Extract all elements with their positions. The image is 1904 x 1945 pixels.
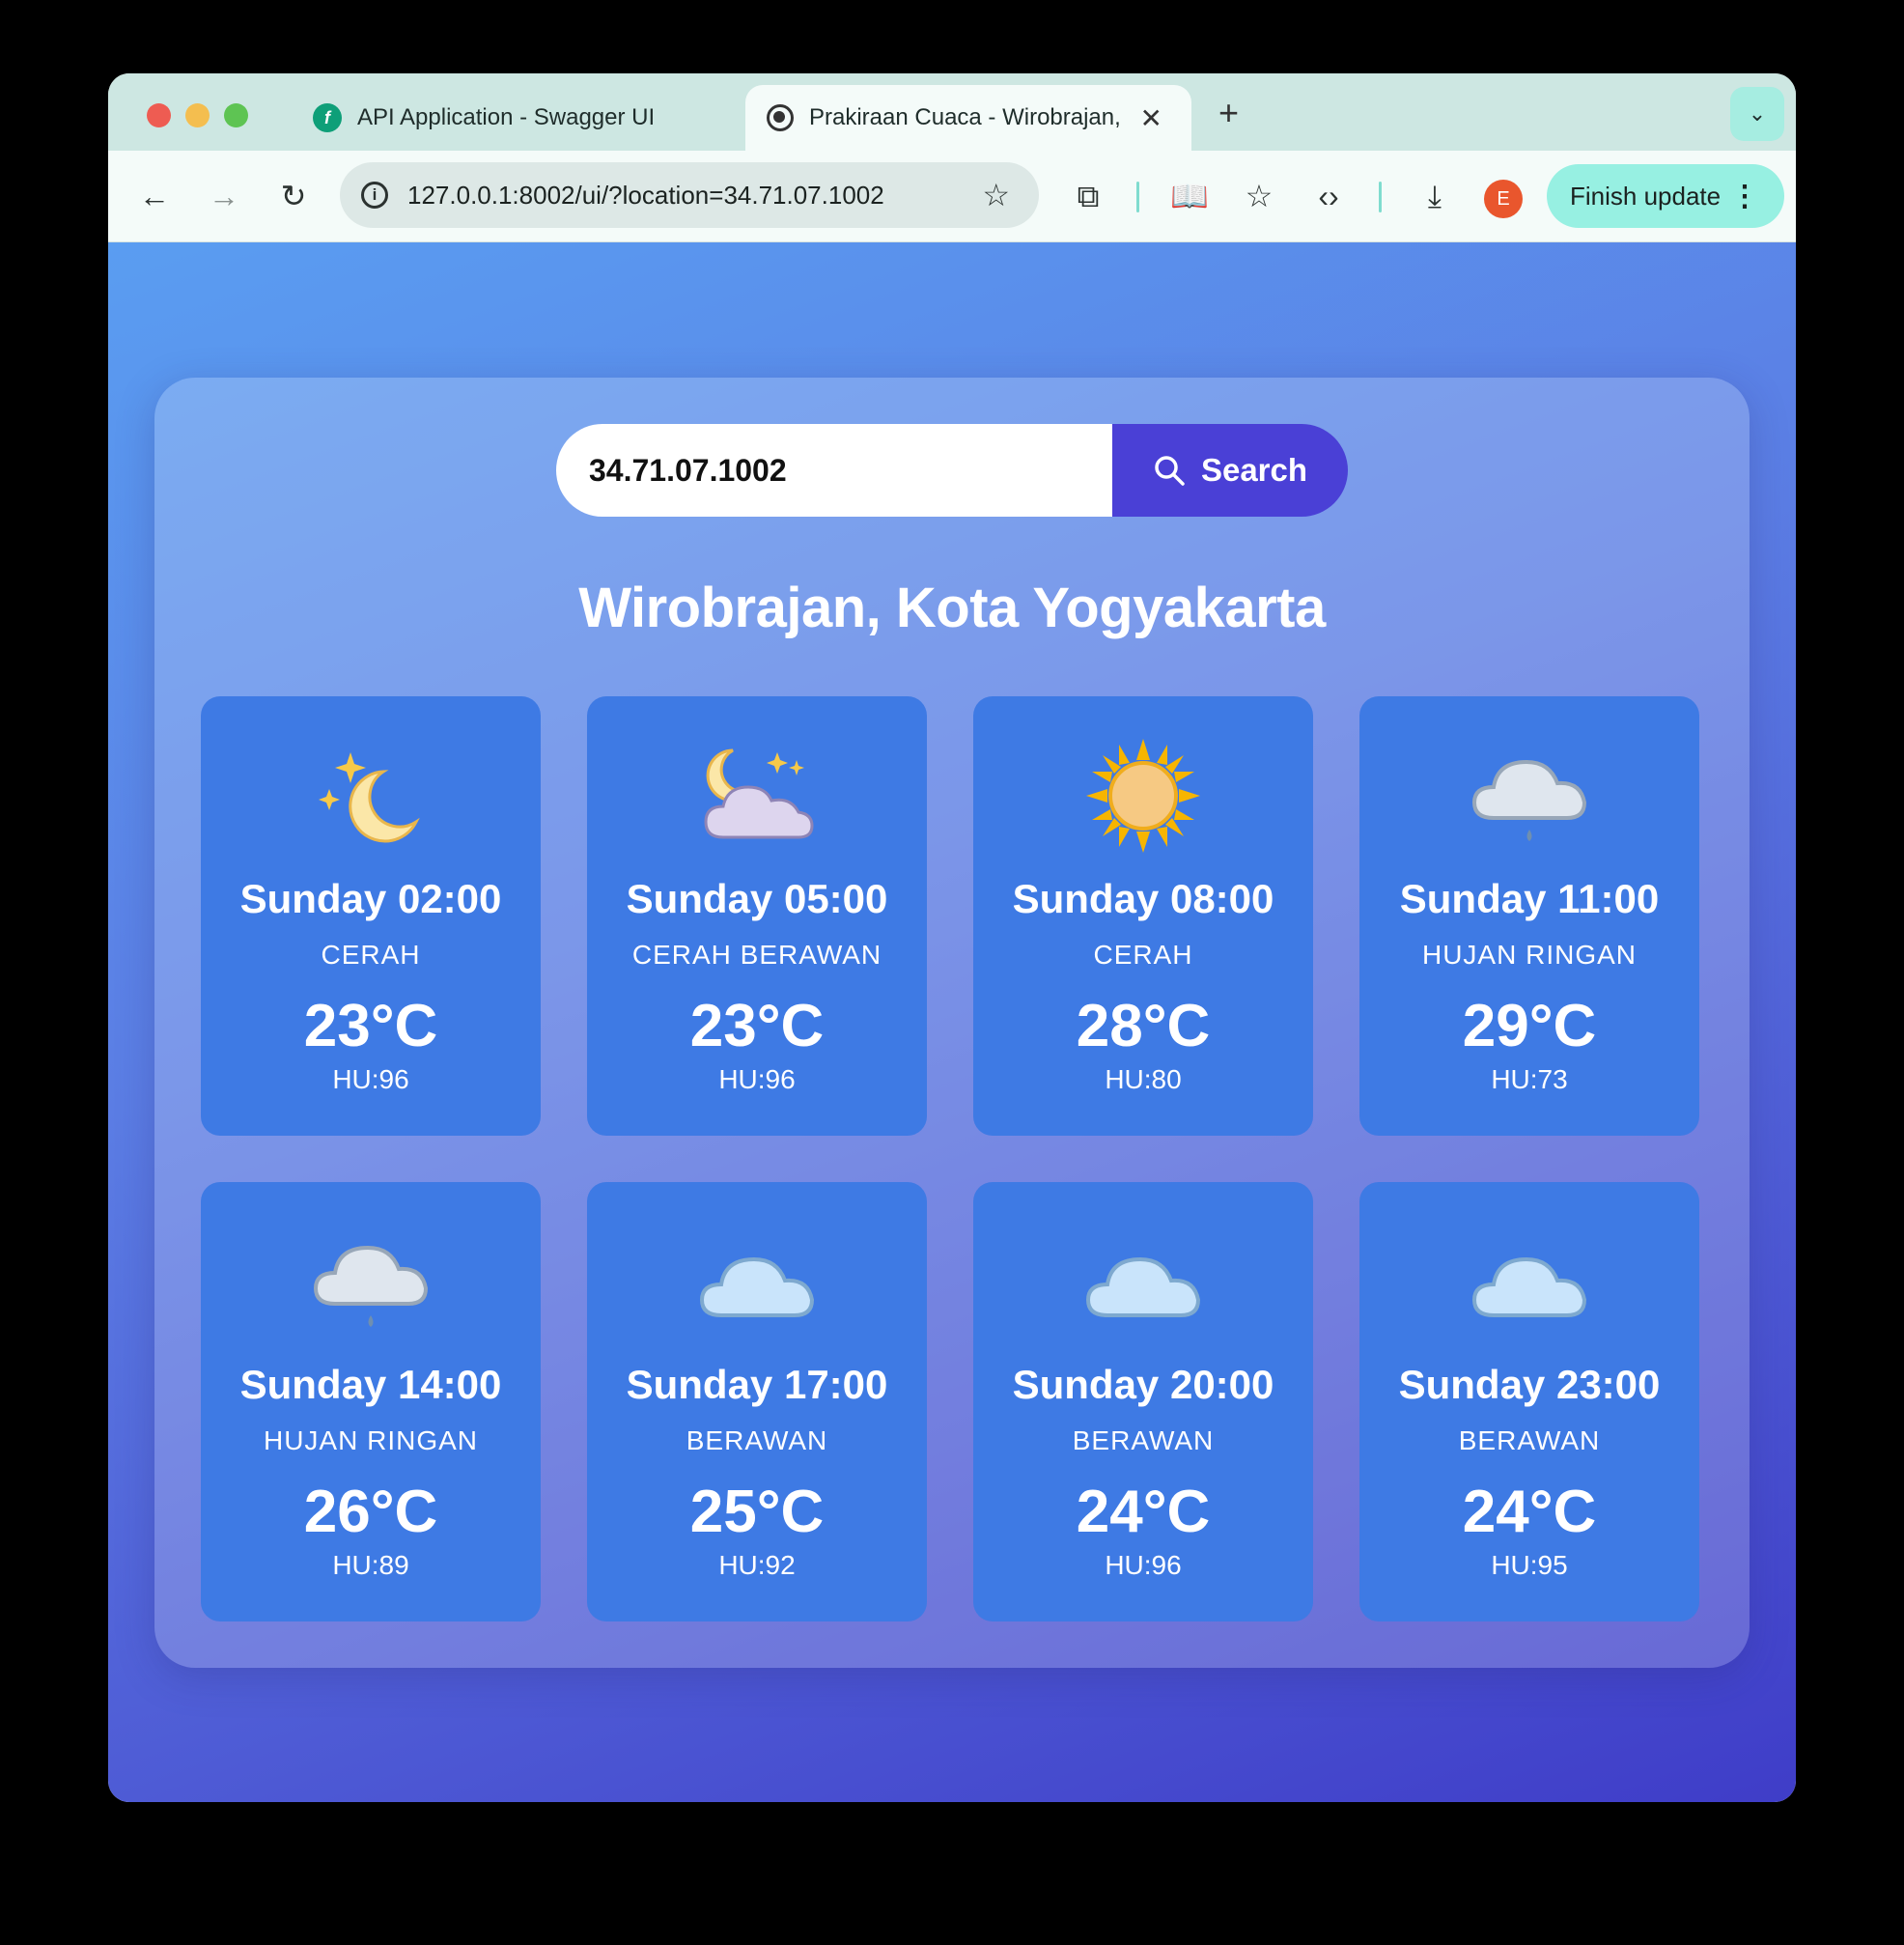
cloud-icon — [1467, 1219, 1592, 1344]
address-bar[interactable]: i 127.0.0.1:8002/ui/?location=34.71.07.1… — [340, 162, 1039, 228]
forecast-card: Sunday 02:00 CERAH 23°C HU:96 — [201, 696, 541, 1136]
tab-search-button[interactable]: ⌄ — [1730, 87, 1784, 141]
forecast-condition: BERAWAN — [686, 1425, 828, 1455]
swagger-icon: f — [313, 103, 342, 132]
bookmark-star-icon[interactable]: ☆ — [982, 177, 1010, 213]
forecast-condition: BERAWAN — [1458, 1425, 1601, 1455]
rain-cloud-icon — [1467, 733, 1592, 859]
toolbar-divider — [1379, 182, 1382, 212]
tab-title: API Application - Swagger UI — [357, 104, 656, 130]
info-icon[interactable]: i — [361, 182, 388, 209]
sun-icon — [1080, 733, 1206, 859]
forecast-temperature: 25°C — [689, 1479, 825, 1545]
forecast-humidity: HU:89 — [332, 1550, 409, 1580]
forecast-time: Sunday 02:00 — [239, 876, 502, 921]
search-button-label: Search — [1200, 452, 1308, 488]
download-icon[interactable]: ⤓ — [1415, 174, 1454, 218]
forecast-temperature: 23°C — [689, 993, 825, 1059]
page-content: Search Wirobrajan, Kota Yogyakarta Sunda… — [108, 242, 1796, 1802]
forecast-temperature: 28°C — [1076, 993, 1211, 1059]
weather-panel: Search Wirobrajan, Kota Yogyakarta Sunda… — [154, 378, 1750, 1668]
forecast-time: Sunday 20:00 — [1012, 1362, 1274, 1407]
forecast-condition: CERAH BERAWAN — [631, 940, 882, 970]
forecast-card: Sunday 20:00 BERAWAN 24°C HU:96 — [973, 1182, 1313, 1621]
forecast-humidity: HU:95 — [1491, 1550, 1568, 1580]
forecast-time: Sunday 23:00 — [1398, 1362, 1661, 1407]
crescent-moon-stars-icon — [308, 733, 434, 859]
forecast-card: Sunday 14:00 HUJAN RINGAN 26°C HU:89 — [201, 1182, 541, 1621]
more-menu-icon[interactable]: ⋮ — [1730, 180, 1759, 213]
location-title: Wirobrajan, Kota Yogyakarta — [578, 577, 1326, 639]
forecast-card: Sunday 17:00 BERAWAN 25°C HU:92 — [587, 1182, 927, 1621]
forecast-condition: CERAH — [1093, 940, 1193, 970]
cloud-icon — [1080, 1219, 1206, 1344]
forecast-humidity: HU:73 — [1491, 1064, 1568, 1094]
forecast-temperature: 24°C — [1076, 1479, 1211, 1545]
extensions-icon[interactable]: ⧉ — [1069, 174, 1107, 218]
forecast-time: Sunday 17:00 — [626, 1362, 888, 1407]
close-icon[interactable]: ✕ — [1140, 102, 1162, 134]
forecast-card: Sunday 05:00 CERAH BERAWAN 23°C HU:96 — [587, 696, 927, 1136]
cloud-icon — [694, 1219, 820, 1344]
browser-toolbar: ← → ↻ i 127.0.0.1:8002/ui/?location=34.7… — [108, 151, 1796, 242]
forecast-card: Sunday 23:00 BERAWAN 24°C HU:95 — [1359, 1182, 1699, 1621]
forecast-card: Sunday 08:00 CERAH 28°C HU:80 — [973, 696, 1313, 1136]
forecast-time: Sunday 05:00 — [626, 876, 888, 921]
moon-cloud-icon — [694, 733, 820, 859]
maximize-window-button[interactable] — [224, 103, 248, 127]
forecast-condition: CERAH — [321, 940, 421, 970]
tab-weather[interactable]: Prakiraan Cuaca - Wirobrajan, Kota Yogya… — [745, 85, 1191, 151]
search-bar: Search — [556, 424, 1348, 517]
forecast-temperature: 23°C — [303, 993, 438, 1059]
forecast-humidity: HU:96 — [332, 1064, 409, 1094]
forecast-temperature: 29°C — [1462, 993, 1597, 1059]
forecast-humidity: HU:92 — [718, 1550, 796, 1580]
favorites-icon[interactable]: ☆ — [1240, 174, 1278, 218]
devtools-icon[interactable]: ‹› — [1309, 174, 1348, 218]
url-text[interactable]: 127.0.0.1:8002/ui/?location=34.71.07.100… — [407, 181, 948, 211]
location-search-input[interactable] — [556, 424, 1114, 517]
rain-cloud-icon — [308, 1219, 434, 1344]
search-button[interactable]: Search — [1112, 424, 1348, 517]
tab-strip: f API Application - Swagger UI ✕ Prakira… — [108, 73, 1796, 151]
forecast-time: Sunday 14:00 — [239, 1362, 502, 1407]
profile-avatar[interactable]: E — [1484, 180, 1523, 218]
new-tab-button[interactable]: + — [1218, 93, 1239, 133]
forecast-condition: BERAWAN — [1072, 1425, 1215, 1455]
chevron-down-icon: ⌄ — [1748, 101, 1767, 126]
forecast-condition: HUJAN RINGAN — [263, 1425, 478, 1455]
globe-icon — [767, 104, 794, 131]
forecast-humidity: HU:80 — [1105, 1064, 1182, 1094]
toolbar-divider — [1136, 182, 1139, 212]
tab-title: Prakiraan Cuaca - Wirobrajan, Kota Yogya… — [809, 104, 1128, 130]
back-icon[interactable]: ← — [135, 174, 174, 218]
forecast-card: Sunday 11:00 HUJAN RINGAN 29°C HU:73 — [1359, 696, 1699, 1136]
forecast-humidity: HU:96 — [1105, 1550, 1182, 1580]
reload-icon[interactable]: ↻ — [274, 174, 313, 218]
forecast-time: Sunday 08:00 — [1012, 876, 1274, 921]
search-icon — [1155, 456, 1185, 486]
forecast-humidity: HU:96 — [718, 1064, 796, 1094]
forecast-temperature: 24°C — [1462, 1479, 1597, 1545]
reading-list-icon[interactable]: 📖 — [1170, 174, 1209, 218]
forward-icon[interactable]: → — [205, 174, 243, 218]
finish-update-label: Finish update — [1570, 181, 1722, 211]
browser-window: f API Application - Swagger UI ✕ Prakira… — [108, 73, 1796, 1802]
forecast-temperature: 26°C — [303, 1479, 438, 1545]
forecast-grid: Sunday 02:00 CERAH 23°C HU:96 Sunday 05:… — [201, 696, 1703, 1623]
forecast-condition: HUJAN RINGAN — [1421, 940, 1637, 970]
forecast-time: Sunday 11:00 — [1399, 876, 1660, 921]
close-window-button[interactable] — [147, 103, 171, 127]
minimize-window-button[interactable] — [185, 103, 210, 127]
finish-update-button[interactable]: Finish update ⋮ — [1547, 164, 1784, 228]
